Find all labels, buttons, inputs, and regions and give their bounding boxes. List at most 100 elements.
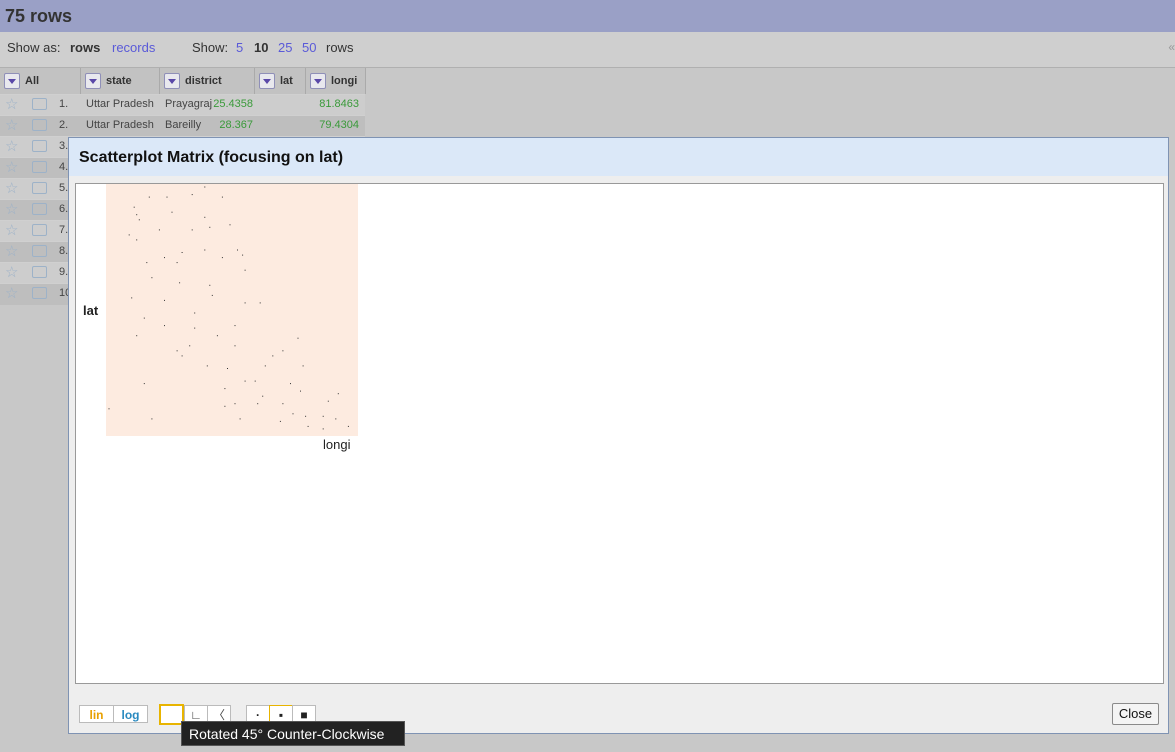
scatter-point — [322, 415, 324, 417]
flag-icon[interactable] — [32, 98, 47, 110]
star-icon[interactable]: ☆ — [5, 139, 18, 155]
page-size-5[interactable]: 5 — [236, 40, 243, 55]
flag-icon[interactable] — [32, 119, 47, 131]
cell-district[interactable]: Bareilly — [165, 119, 201, 131]
scatter-point — [244, 302, 246, 304]
scatter-point — [237, 249, 238, 251]
tooltip: Rotated 45° Counter-Clockwise — [181, 721, 405, 746]
cell-lat[interactable]: 28.367 — [219, 119, 253, 131]
star-icon[interactable]: ☆ — [5, 181, 18, 197]
scatterplot-cell[interactable] — [106, 184, 358, 436]
scatter-point — [335, 418, 337, 420]
cell-district[interactable]: Prayagraj — [165, 98, 212, 110]
rows-suffix: rows — [326, 40, 354, 55]
cell-longi[interactable]: 79.4304 — [319, 119, 359, 131]
scatterplot-dialog: Scatterplot Matrix (focusing on lat) lat… — [68, 137, 1169, 734]
scatter-point — [229, 224, 231, 226]
cell-lat[interactable]: 25.4358 — [213, 98, 253, 110]
column-header-state[interactable]: state — [81, 68, 160, 94]
flag-icon[interactable] — [32, 224, 47, 236]
scale-log-button[interactable]: log — [113, 705, 148, 723]
scatter-point — [158, 229, 160, 231]
scatter-point — [337, 393, 339, 395]
column-header-all[interactable]: All — [0, 68, 81, 94]
scatter-point — [259, 302, 261, 304]
column-header-district[interactable]: district — [160, 68, 255, 94]
scatter-point — [254, 380, 256, 382]
flag-icon[interactable] — [32, 266, 47, 278]
flag-icon[interactable] — [32, 140, 47, 152]
scatter-point — [257, 403, 259, 405]
scatter-point — [209, 226, 211, 228]
scatter-point — [262, 395, 264, 397]
scatter-point — [297, 337, 299, 339]
scatter-point — [224, 388, 226, 390]
scatter-point — [143, 383, 145, 385]
star-icon[interactable]: ☆ — [5, 244, 18, 260]
show-as-rows[interactable]: rows — [70, 40, 100, 55]
scatter-point — [138, 219, 140, 221]
scatter-point — [131, 297, 133, 299]
scatter-point — [179, 282, 181, 284]
scatter-point — [189, 345, 191, 347]
star-icon[interactable]: ☆ — [5, 202, 18, 218]
column-menu-icon[interactable] — [85, 73, 101, 89]
flag-icon[interactable] — [32, 182, 47, 194]
scatter-point — [290, 383, 291, 385]
show-as-records-link[interactable]: records — [112, 40, 155, 55]
page-size-25[interactable]: 25 — [278, 40, 292, 55]
page-size-10[interactable]: 10 — [254, 40, 268, 55]
scatter-point — [234, 403, 236, 405]
scatter-point — [171, 211, 173, 213]
scatter-point — [128, 234, 130, 236]
star-icon[interactable]: ☆ — [5, 118, 18, 134]
scatter-point — [194, 327, 196, 329]
scatter-point — [204, 249, 206, 251]
scatter-point — [164, 325, 165, 327]
collapse-icon[interactable]: « — [1168, 40, 1175, 54]
flag-icon[interactable] — [32, 287, 47, 299]
dialog-title-bar[interactable]: Scatterplot Matrix (focusing on lat) — [69, 138, 1168, 176]
scatter-point — [176, 350, 178, 352]
flag-icon[interactable] — [32, 161, 47, 173]
flag-icon[interactable] — [32, 203, 47, 215]
column-menu-icon[interactable] — [4, 73, 20, 89]
scatter-point — [211, 294, 213, 296]
star-icon[interactable]: ☆ — [5, 265, 18, 281]
scatter-point — [279, 420, 281, 422]
scatter-point — [133, 206, 135, 208]
scatter-point — [300, 390, 301, 392]
show-as-label: Show as: — [7, 40, 61, 55]
scale-lin-button[interactable]: lin — [79, 705, 114, 723]
cell-longi[interactable]: 81.8463 — [319, 98, 359, 110]
star-icon[interactable]: ☆ — [5, 160, 18, 176]
y-axis-label: lat — [83, 303, 99, 318]
cell-state[interactable]: Uttar Pradesh — [86, 119, 154, 131]
column-menu-icon[interactable] — [259, 73, 275, 89]
scatter-point — [307, 425, 309, 427]
scatter-point — [224, 405, 226, 407]
star-icon[interactable]: ☆ — [5, 223, 18, 239]
scatter-point — [221, 196, 223, 198]
page-size-50[interactable]: 50 — [302, 40, 316, 55]
table-row: ☆ 2. Uttar Pradesh Bareilly 28.367 79.43… — [0, 115, 365, 137]
column-menu-icon[interactable] — [164, 73, 180, 89]
row-count: 75 rows — [5, 6, 73, 26]
star-icon[interactable]: ☆ — [5, 97, 18, 113]
scatter-point — [151, 418, 153, 420]
star-icon[interactable]: ☆ — [5, 286, 18, 302]
scatter-point — [302, 365, 304, 367]
column-header-lat[interactable]: lat — [255, 68, 306, 94]
scatter-point — [227, 368, 228, 369]
close-button[interactable]: Close — [1112, 703, 1159, 725]
flag-icon[interactable] — [32, 245, 47, 257]
cell-state[interactable]: Uttar Pradesh — [86, 98, 154, 110]
scatter-point — [282, 350, 284, 352]
column-menu-icon[interactable] — [310, 73, 326, 89]
scatter-point — [244, 269, 246, 271]
table-row: ☆ 1. Uttar Pradesh Prayagraj 25.4358 81.… — [0, 94, 365, 116]
scatter-point — [181, 355, 183, 357]
column-header-longi[interactable]: longi — [306, 68, 366, 94]
scatter-point — [166, 196, 168, 198]
scatter-point — [204, 186, 206, 188]
